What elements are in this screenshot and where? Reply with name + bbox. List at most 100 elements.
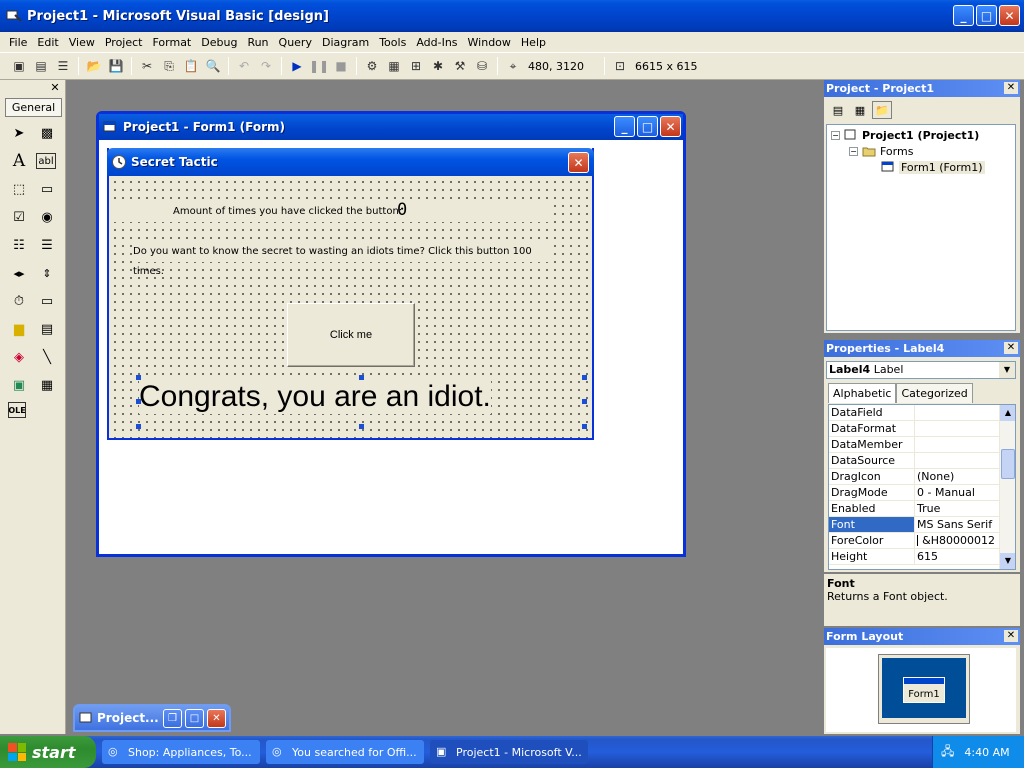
property-row[interactable]: ForeColor &H80000012 — [829, 533, 1015, 549]
property-row[interactable]: DataMember — [829, 437, 1015, 453]
form-close-button[interactable]: ✕ — [660, 116, 681, 137]
property-row[interactable]: Font MS Sans Serif — [829, 517, 1015, 533]
project-explorer-close-icon[interactable]: ✕ — [1004, 82, 1018, 94]
menu-item-diagram[interactable]: Diagram — [317, 36, 374, 49]
combobox-tool-icon[interactable]: ☷ — [8, 234, 30, 256]
form-designer-titlebar[interactable]: Project1 - Form1 (Form) _ □ ✕ — [99, 114, 683, 140]
resize-handle[interactable] — [359, 375, 364, 380]
menu-item-run[interactable]: Run — [242, 36, 273, 49]
menu-editor-icon[interactable]: ☰ — [53, 56, 73, 76]
hscrollbar-tool-icon[interactable]: ◂▸ — [8, 262, 30, 284]
menu-item-project[interactable]: Project — [100, 36, 148, 49]
ole-tool-icon[interactable]: OLE — [8, 402, 26, 418]
project-explorer-titlebar[interactable]: Project - Project1 ✕ — [824, 80, 1020, 97]
scroll-down-icon[interactable]: ▼ — [1000, 553, 1015, 569]
form-layout-close-icon[interactable]: ✕ — [1004, 630, 1018, 642]
timer-tool-icon[interactable]: ⏱ — [8, 290, 30, 312]
clock[interactable]: 4:40 AM — [964, 746, 1009, 759]
close-button[interactable]: ✕ — [207, 709, 226, 728]
app-titlebar[interactable]: Project1 - Microsoft Visual Basic [desig… — [0, 0, 1024, 32]
property-value[interactable] — [915, 437, 995, 452]
copy-icon[interactable]: ⎘ — [159, 56, 179, 76]
listbox-tool-icon[interactable]: ☰ — [36, 234, 58, 256]
scroll-thumb[interactable] — [1001, 449, 1015, 479]
open-icon[interactable]: 📂 — [84, 56, 104, 76]
redo-icon[interactable]: ↷ — [256, 56, 276, 76]
design-form-close-button[interactable]: ✕ — [568, 152, 589, 173]
shape-tool-icon[interactable]: ◈ — [8, 346, 30, 368]
property-row[interactable]: DataField — [829, 405, 1015, 421]
minimized-project-window[interactable]: Project... ❐ □ ✕ — [73, 704, 231, 732]
property-row[interactable]: DataFormat — [829, 421, 1015, 437]
optionbutton-tool-icon[interactable]: ◉ — [36, 206, 58, 228]
property-value[interactable] — [915, 453, 995, 468]
chevron-down-icon[interactable]: ▼ — [999, 362, 1015, 378]
resize-handle[interactable] — [582, 375, 587, 380]
resize-handle[interactable] — [136, 375, 141, 380]
resize-handle[interactable] — [582, 424, 587, 429]
properties-window-icon[interactable]: ▦ — [384, 56, 404, 76]
property-row[interactable]: DragIcon (None) — [829, 469, 1015, 485]
menu-item-file[interactable]: File — [4, 36, 32, 49]
drivelistbox-tool-icon[interactable]: ▭ — [36, 290, 58, 312]
data-tool-icon[interactable]: ▦ — [36, 374, 58, 396]
property-value[interactable] — [915, 421, 995, 436]
toggle-folders-icon[interactable]: 📁 — [872, 101, 892, 119]
form-layout-icon[interactable]: ⊞ — [406, 56, 426, 76]
minimize-button[interactable]: _ — [953, 5, 974, 26]
form-layout-titlebar[interactable]: Form Layout ✕ — [824, 628, 1020, 645]
close-button[interactable]: ✕ — [999, 5, 1020, 26]
project-explorer-icon[interactable]: ⚙ — [362, 56, 382, 76]
object-selector[interactable]: Label4 Label ▼ — [826, 361, 1016, 379]
taskbar-task[interactable]: ▣ Project1 - Microsoft V... — [430, 740, 588, 764]
tab-categorized[interactable]: Categorized — [896, 383, 973, 403]
line-tool-icon[interactable]: ╲ — [36, 346, 58, 368]
count-value-label[interactable]: 0 — [397, 200, 407, 220]
menu-item-query[interactable]: Query — [274, 36, 317, 49]
picturebox-icon[interactable]: ▩ — [36, 122, 58, 144]
network-icon[interactable]: 🖧 — [941, 742, 954, 763]
menu-item-addins[interactable]: Add-Ins — [411, 36, 462, 49]
frame-tool-icon[interactable]: ⬚ — [8, 178, 30, 200]
break-icon[interactable]: ❚❚ — [309, 56, 329, 76]
form-layout-form[interactable]: Form1 — [903, 677, 945, 703]
property-value[interactable]: (None) — [915, 469, 995, 484]
property-value[interactable]: MS Sans Serif — [915, 517, 995, 532]
textbox-tool-icon[interactable]: abl — [36, 153, 56, 169]
start-icon[interactable]: ▶ — [287, 56, 307, 76]
property-value[interactable]: True — [915, 501, 995, 516]
image-tool-icon[interactable]: ▣ — [8, 374, 30, 396]
properties-close-icon[interactable]: ✕ — [1004, 342, 1018, 354]
congrats-label[interactable]: Congrats, you are an idiot. — [139, 380, 491, 414]
property-value[interactable]: 615 — [915, 549, 995, 564]
menu-item-format[interactable]: Format — [147, 36, 196, 49]
toolbox-icon[interactable]: ⚒ — [450, 56, 470, 76]
restore-button[interactable]: ❐ — [163, 709, 182, 728]
property-scrollbar[interactable]: ▲ ▼ — [999, 405, 1015, 569]
resize-handle[interactable] — [359, 424, 364, 429]
object-browser-icon[interactable]: ✱ — [428, 56, 448, 76]
view-object-icon[interactable]: ▦ — [850, 101, 870, 119]
property-row[interactable]: Height 615 — [829, 549, 1015, 565]
taskbar-task[interactable]: ◎ Shop: Appliances, To... — [102, 740, 260, 764]
view-code-icon[interactable]: ▤ — [828, 101, 848, 119]
tree-forms-folder[interactable]: − Forms — [831, 143, 1015, 159]
label-tool-icon[interactable]: A — [8, 150, 30, 172]
vscrollbar-tool-icon[interactable]: ⇕ — [36, 262, 58, 284]
property-row[interactable]: Enabled True — [829, 501, 1015, 517]
resize-handle[interactable] — [136, 399, 141, 404]
menu-item-help[interactable]: Help — [516, 36, 551, 49]
menu-item-view[interactable]: View — [64, 36, 100, 49]
design-grid[interactable]: Amount of times you have clicked the but… — [109, 176, 592, 438]
question-label[interactable]: Do you want to know the secret to wastin… — [133, 242, 553, 277]
property-value[interactable]: &H80000012 — [915, 533, 995, 548]
commandbutton-tool-icon[interactable]: ▭ — [36, 178, 58, 200]
save-icon[interactable]: 💾 — [106, 56, 126, 76]
menu-item-debug[interactable]: Debug — [196, 36, 242, 49]
tree-project-root[interactable]: − Project1 (Project1) — [831, 127, 1015, 143]
property-value[interactable]: 0 - Manual — [915, 485, 995, 500]
form-minimize-button[interactable]: _ — [614, 116, 635, 137]
maximize-button[interactable]: □ — [185, 709, 204, 728]
property-row[interactable]: DataSource — [829, 453, 1015, 469]
undo-icon[interactable]: ↶ — [234, 56, 254, 76]
